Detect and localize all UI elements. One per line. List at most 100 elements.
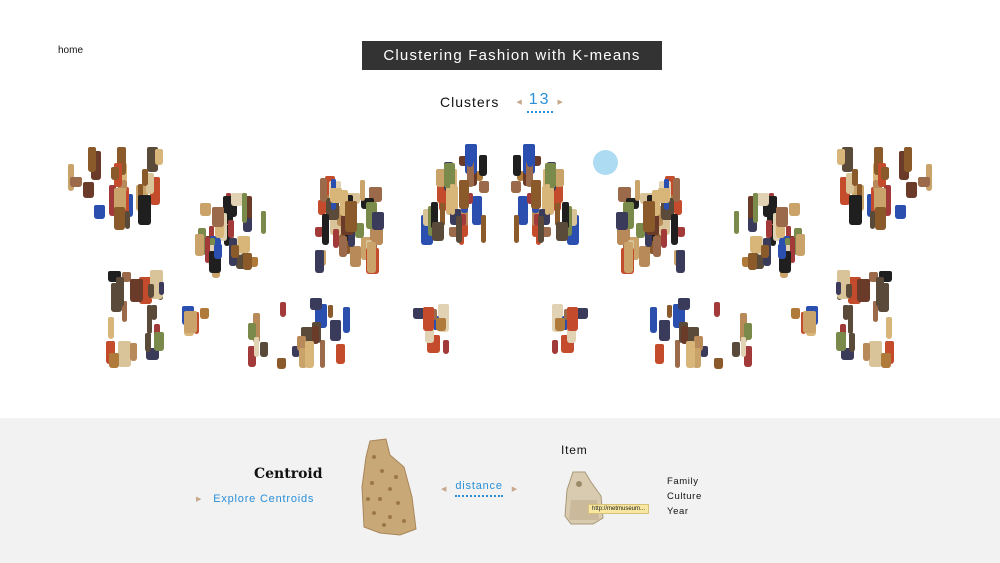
garment-cluster[interactable] bbox=[420, 143, 490, 248]
garment-thumbnail bbox=[320, 178, 327, 202]
garment-thumbnail bbox=[159, 282, 164, 295]
garment-thumbnail bbox=[545, 183, 550, 215]
garment-thumbnail bbox=[650, 306, 657, 333]
garment-thumbnail bbox=[330, 319, 341, 341]
garment-thumbnail bbox=[796, 234, 805, 256]
garment-thumbnail bbox=[881, 167, 889, 180]
garment-cluster[interactable] bbox=[65, 145, 165, 235]
garment-thumbnail bbox=[154, 332, 164, 351]
hover-highlight-circle bbox=[593, 150, 618, 175]
garment-thumbnail bbox=[345, 201, 357, 232]
garment-thumbnail bbox=[155, 149, 163, 165]
garment-thumbnail bbox=[462, 224, 468, 237]
garment-thumbnail bbox=[673, 178, 680, 202]
garment-thumbnail bbox=[531, 179, 541, 209]
garment-thumbnail bbox=[277, 357, 286, 369]
garment-thumbnail bbox=[228, 220, 234, 238]
garment-thumbnail bbox=[435, 317, 446, 331]
garment-thumbnail bbox=[114, 207, 125, 230]
garment-thumbnail bbox=[655, 343, 664, 364]
garment-thumbnail bbox=[130, 279, 143, 302]
garment-thumbnail bbox=[538, 215, 544, 243]
garment-thumbnail bbox=[789, 203, 800, 216]
garment-thumbnail bbox=[315, 250, 324, 273]
explore-centroids-link[interactable]: ▶ Explore Centroids bbox=[193, 493, 314, 505]
garment-cluster[interactable] bbox=[412, 298, 468, 363]
item-year-label: Year bbox=[667, 506, 689, 517]
garment-cluster[interactable] bbox=[315, 175, 385, 275]
garment-thumbnail bbox=[791, 308, 800, 319]
item-url-tooltip: http://metmuseum... bbox=[588, 504, 650, 514]
triangle-left-icon[interactable]: ◀ bbox=[513, 98, 524, 106]
garment-thumbnail bbox=[836, 332, 846, 351]
garment-cluster[interactable] bbox=[615, 175, 685, 275]
garment-thumbnail bbox=[442, 339, 449, 354]
garment-thumbnail bbox=[863, 343, 870, 361]
garment-thumbnail bbox=[481, 214, 486, 243]
garment-cluster[interactable] bbox=[245, 297, 355, 373]
garment-thumbnail bbox=[776, 207, 788, 227]
garment-thumbnail bbox=[422, 306, 434, 331]
garment-thumbnail bbox=[678, 297, 690, 310]
distance-control: ◀ distance ▶ bbox=[438, 480, 520, 497]
garment-thumbnail bbox=[714, 357, 723, 369]
garment-cluster[interactable] bbox=[835, 145, 935, 235]
garment-thumbnail bbox=[849, 333, 855, 352]
triangle-left-icon[interactable]: ◀ bbox=[438, 485, 449, 493]
garment-cluster[interactable] bbox=[835, 270, 895, 370]
item-garment-image[interactable] bbox=[563, 470, 605, 525]
garment-cluster[interactable] bbox=[105, 270, 165, 370]
garment-thumbnail bbox=[875, 207, 886, 230]
cluster-count-value[interactable]: 13 bbox=[526, 91, 553, 113]
garment-thumbnail bbox=[212, 207, 224, 227]
garment-thumbnail bbox=[686, 340, 695, 368]
garment-thumbnail bbox=[918, 177, 930, 187]
triangle-right-icon[interactable]: ▶ bbox=[509, 485, 520, 493]
garment-thumbnail bbox=[857, 279, 870, 302]
garment-thumbnail bbox=[748, 253, 757, 270]
garment-thumbnail bbox=[147, 305, 152, 334]
home-link[interactable]: home bbox=[58, 45, 83, 56]
garment-thumbnail bbox=[367, 242, 376, 273]
garment-thumbnail bbox=[616, 212, 628, 230]
garment-thumbnail bbox=[511, 180, 521, 193]
garment-thumbnail bbox=[459, 179, 469, 209]
garment-thumbnail bbox=[238, 236, 250, 253]
garment-thumbnail bbox=[674, 200, 682, 215]
garment-cluster[interactable] bbox=[192, 193, 272, 283]
garment-thumbnail bbox=[635, 180, 640, 201]
garment-thumbnail bbox=[734, 211, 739, 234]
garment-thumbnail bbox=[732, 341, 740, 357]
garment-thumbnail bbox=[456, 215, 462, 243]
garment-thumbnail bbox=[671, 214, 678, 245]
garment-thumbnail bbox=[305, 340, 314, 368]
garment-cluster[interactable] bbox=[533, 298, 588, 363]
garment-thumbnail bbox=[318, 200, 326, 215]
garment-thumbnail bbox=[761, 245, 769, 258]
garment-thumbnail bbox=[360, 180, 365, 201]
clusters-label: Clusters bbox=[440, 94, 500, 110]
garment-thumbnail bbox=[138, 195, 151, 225]
garment-thumbnail bbox=[757, 193, 769, 206]
garment-thumbnail bbox=[200, 203, 211, 216]
centroid-title: Centroid bbox=[254, 466, 323, 482]
garment-thumbnail bbox=[661, 229, 667, 248]
garment-thumbnail bbox=[876, 277, 884, 307]
garment-cluster[interactable] bbox=[182, 297, 214, 337]
garment-thumbnail bbox=[242, 193, 247, 223]
garment-thumbnail bbox=[659, 319, 670, 341]
garment-cluster[interactable] bbox=[728, 193, 808, 283]
garment-thumbnail bbox=[310, 297, 322, 310]
garment-thumbnail bbox=[184, 311, 197, 333]
garment-cluster[interactable] bbox=[510, 143, 580, 248]
garment-thumbnail bbox=[848, 305, 853, 334]
garment-cluster[interactable] bbox=[786, 297, 818, 337]
garment-thumbnail bbox=[881, 353, 891, 368]
garment-thumbnail bbox=[125, 211, 130, 229]
garment-thumbnail bbox=[766, 220, 772, 238]
triangle-right-icon[interactable]: ▶ bbox=[555, 98, 566, 106]
garment-thumbnail bbox=[70, 177, 82, 187]
garment-thumbnail bbox=[322, 214, 329, 245]
garment-cluster[interactable] bbox=[645, 297, 755, 373]
distance-value[interactable]: distance bbox=[455, 480, 503, 497]
